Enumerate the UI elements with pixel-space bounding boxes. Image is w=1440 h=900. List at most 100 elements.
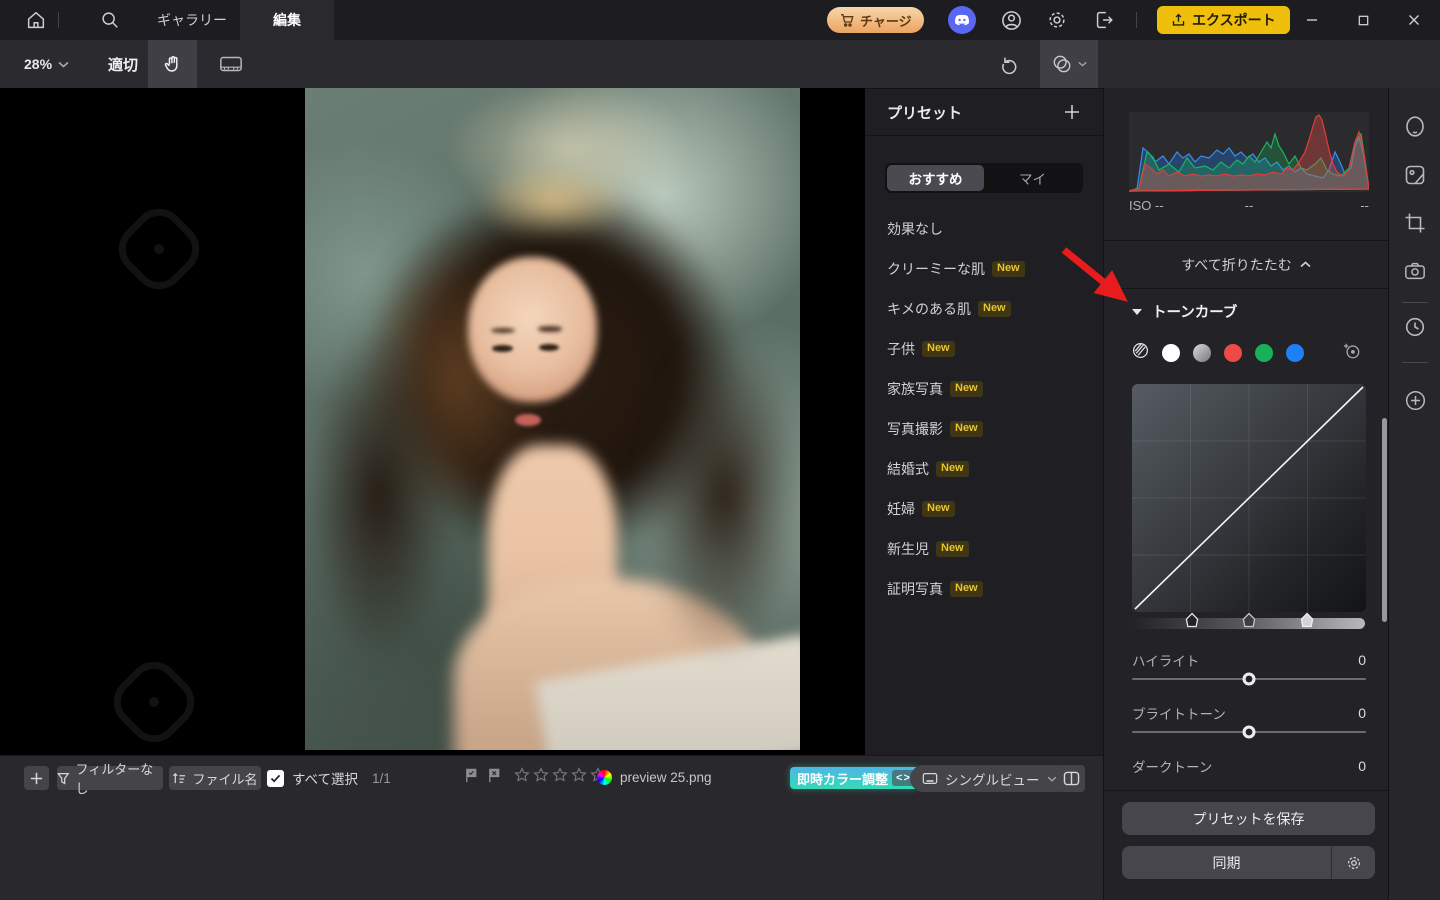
reject-flag-icon[interactable]	[487, 768, 502, 783]
channel-red-button[interactable]	[1224, 344, 1242, 362]
chevron-down-icon	[1078, 61, 1087, 67]
single-view-icon	[922, 772, 938, 785]
select-all-checkbox[interactable]	[267, 770, 284, 787]
slider-label: ダークトーン	[1132, 756, 1212, 776]
color-label-icon[interactable]	[597, 770, 612, 785]
channel-green-button[interactable]	[1255, 344, 1273, 362]
preset-item[interactable]: クリーミーな肌New	[887, 259, 1025, 279]
camera-icon	[1404, 261, 1426, 281]
export-button[interactable]: エクスポート	[1157, 6, 1290, 34]
split-view-button[interactable]	[1057, 765, 1085, 792]
sync-settings-button[interactable]	[1332, 854, 1375, 872]
star-icon[interactable]	[571, 767, 587, 783]
logout-icon	[1093, 9, 1115, 31]
close-button[interactable]	[1404, 0, 1424, 40]
ribbon-face-tab[interactable]	[1389, 103, 1440, 151]
preset-item[interactable]: 結婚式New	[887, 459, 969, 479]
maximize-button[interactable]	[1353, 0, 1373, 40]
channel-luma-button[interactable]	[1162, 344, 1180, 362]
undo-button[interactable]	[992, 40, 1028, 88]
star-icon[interactable]	[552, 767, 568, 783]
slider-knob[interactable]	[1243, 673, 1256, 686]
tab-recommended[interactable]: おすすめ	[887, 165, 984, 191]
channel-disabled-button[interactable]	[1132, 342, 1149, 364]
account-button[interactable]	[997, 0, 1025, 40]
add-photo-button[interactable]	[24, 766, 49, 790]
save-preset-button[interactable]: プリセットを保存	[1122, 802, 1375, 835]
sort-button[interactable]: ファイル名	[169, 766, 261, 790]
preset-item[interactable]: キメのある肌New	[887, 299, 1011, 319]
app-window: ギャラリー 編集 チャージ エクスポート	[0, 0, 1440, 900]
export-icon	[1171, 13, 1186, 28]
highlights-slider[interactable]	[1132, 678, 1366, 680]
tab-my-presets[interactable]: マイ	[984, 165, 1081, 191]
filter-button[interactable]: フィルターなし	[57, 766, 163, 790]
tone-curve-grid	[1132, 384, 1366, 612]
minimize-icon	[1305, 13, 1319, 27]
divider	[1104, 790, 1388, 791]
image-canvas[interactable]	[0, 88, 865, 755]
ribbon-history-tab[interactable]	[1389, 303, 1440, 351]
ribbon-add-tab[interactable]	[1389, 376, 1440, 424]
ribbon-photo-tab[interactable]	[1389, 151, 1440, 199]
preset-label: 子供	[887, 339, 915, 359]
preset-item[interactable]: 写真撮影New	[887, 419, 983, 439]
presets-panel: プリセット おすすめ マイ 効果なし クリーミーな肌New キメのある肌New …	[865, 88, 1103, 755]
preset-item[interactable]: 効果なし	[887, 219, 943, 239]
plus-circle-icon	[1404, 389, 1427, 412]
search-button[interactable]	[96, 0, 124, 40]
select-all-control[interactable]: すべて選択 1/1	[267, 766, 391, 790]
curve-handle-highlights[interactable]	[1299, 612, 1315, 628]
star-icon[interactable]	[533, 767, 549, 783]
add-preset-button[interactable]	[1063, 103, 1081, 121]
preset-item[interactable]: 新生児New	[887, 539, 969, 559]
ribbon-crop-tab[interactable]	[1389, 199, 1440, 247]
filmstrip-icon	[219, 54, 243, 74]
add-curve-point-button[interactable]	[1342, 342, 1362, 365]
discord-icon	[954, 14, 970, 26]
face-icon	[1404, 115, 1426, 139]
reference-tool-button[interactable]	[208, 40, 254, 88]
plus-icon	[1063, 103, 1081, 121]
panel-scrollbar[interactable]	[1382, 418, 1387, 622]
exif-row: ISO -- -- --	[1129, 198, 1369, 213]
preset-item[interactable]: 証明写真New	[887, 579, 983, 599]
tone-curve-section-toggle[interactable]: トーンカーブ	[1132, 301, 1237, 322]
instant-color-button[interactable]: 即時カラー調整 <>	[790, 767, 919, 789]
preset-item[interactable]: 家族写真New	[887, 379, 983, 399]
channel-gray-button[interactable]	[1193, 344, 1211, 362]
pick-flag-icon[interactable]	[464, 768, 479, 783]
fit-button[interactable]: 適切	[100, 40, 146, 88]
disabled-hatch-icon	[1132, 342, 1149, 359]
star-icon[interactable]	[514, 767, 530, 783]
charge-button[interactable]: チャージ	[827, 7, 924, 33]
sync-button[interactable]: 同期	[1122, 846, 1375, 879]
slider-knob[interactable]	[1243, 726, 1256, 739]
compare-button[interactable]	[1040, 40, 1098, 88]
home-button[interactable]	[22, 0, 50, 40]
tone-curve-editor[interactable]	[1132, 384, 1366, 612]
bright-tone-slider[interactable]	[1132, 731, 1366, 733]
tab-gallery[interactable]: ギャラリー	[150, 0, 234, 40]
zoom-level-dropdown[interactable]: 28%	[14, 40, 79, 88]
ribbon-camera-tab[interactable]	[1389, 247, 1440, 295]
hand-tool-button[interactable]	[148, 40, 197, 88]
view-mode-dropdown[interactable]: シングルビュー	[910, 765, 1069, 792]
curve-handle-midtones[interactable]	[1241, 612, 1257, 628]
discord-button[interactable]	[948, 6, 976, 34]
star-rating[interactable]	[514, 767, 606, 783]
tone-curve-title: トーンカーブ	[1152, 301, 1237, 322]
preset-item[interactable]: 子供New	[887, 339, 955, 359]
logout-button[interactable]	[1090, 0, 1118, 40]
slider-row-bright-tone: ブライトトーン 0	[1132, 703, 1366, 723]
tab-edit[interactable]: 編集	[240, 0, 334, 40]
preset-item[interactable]: 妊婦New	[887, 499, 955, 519]
settings-button[interactable]	[1043, 0, 1071, 40]
topbar-divider	[58, 12, 59, 28]
curve-handle-shadows[interactable]	[1184, 612, 1200, 628]
user-icon	[1000, 9, 1023, 32]
minimize-button[interactable]	[1302, 0, 1322, 40]
channel-blue-button[interactable]	[1286, 344, 1304, 362]
aperture-value: --	[1289, 198, 1369, 213]
collapse-all-button[interactable]: すべて折りたたむ	[1104, 241, 1388, 288]
